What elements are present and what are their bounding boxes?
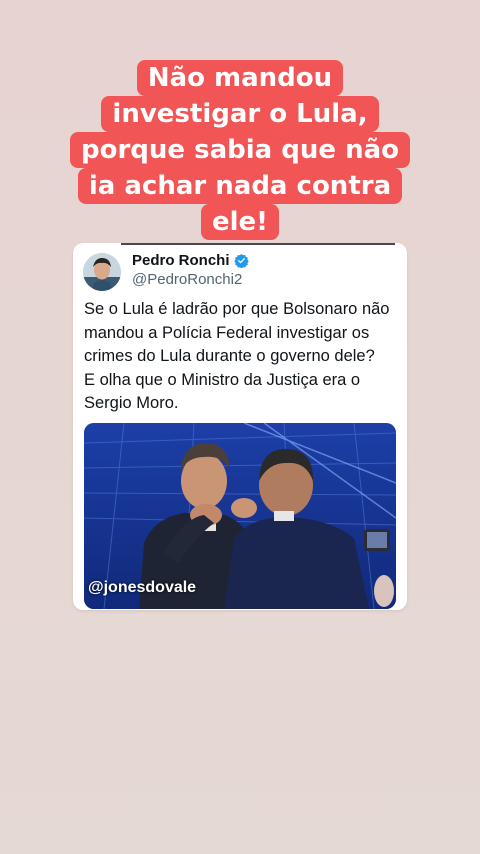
caption-line-3: porque sabia que não (70, 132, 410, 168)
verified-badge-icon (233, 253, 249, 269)
tweet-text: Se o Lula é ladrão por que Bolsonaro não… (84, 298, 402, 416)
card-divider (121, 243, 395, 245)
author-handle[interactable]: @PedroRonchi2 (132, 271, 242, 288)
tweet-text-line: mandou a Polícia Federal investigar os (84, 323, 370, 342)
author-row: Pedro Ronchi (132, 252, 249, 269)
video-caption: Não mandou investigar o Lula, porque sab… (70, 60, 410, 240)
author-name[interactable]: Pedro Ronchi (132, 252, 230, 269)
media-watermark: @jonesdovale (88, 579, 197, 596)
avatar[interactable] (83, 253, 121, 291)
tweet-text-line: Sergio Moro. (84, 394, 179, 412)
caption-line-2: investigar o Lula, (101, 96, 379, 132)
tweet-card: Pedro Ronchi @PedroRonchi2 Se o Lula é l… (73, 243, 407, 610)
tweet-text-line: Se o Lula é ladrão por que Bolsonaro não (84, 300, 390, 318)
caption-line-1: Não mandou (136, 60, 344, 96)
tweet-media-image[interactable]: @jonesdovale (84, 423, 396, 609)
caption-line-5: ele! (200, 204, 280, 240)
tweet-text-line: crimes do Lula durante o governo dele? (84, 347, 375, 365)
caption-line-4: ia achar nada contra (77, 168, 403, 204)
tweet-text-line: E olha que o Ministro da Justiça era o (84, 370, 361, 389)
avatar-image (83, 253, 121, 291)
